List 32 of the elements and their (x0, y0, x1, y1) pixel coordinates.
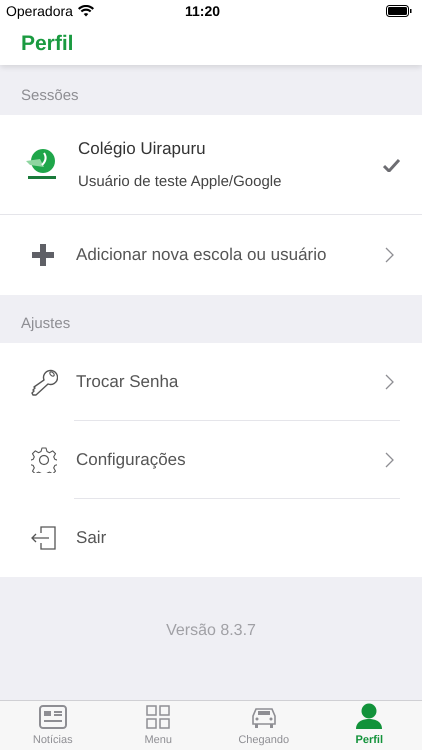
tab-item[interactable]: Perfil (316, 701, 422, 750)
version-label: Versão 8.3.7 (166, 621, 256, 641)
add-school-row[interactable]: Adicionar nova escola ou usuário (0, 215, 422, 295)
session-row[interactable]: Colégio Uirapuru Usuário de teste Apple/Google (0, 115, 422, 215)
tab-label: Perfil (355, 732, 383, 748)
newspaper-icon (38, 704, 67, 728)
exit-icon (31, 526, 57, 550)
settings-label: Trocar Senha (76, 371, 180, 394)
section-header: Ajustes (21, 314, 70, 334)
key-icon (30, 368, 58, 396)
settings-row[interactable]: Sair (0, 499, 422, 577)
settings-label: Sair (76, 527, 108, 550)
wifi-icon (78, 5, 94, 17)
carrier-label: Operadora (6, 2, 73, 21)
user-name: Usuário de teste Apple/Google (78, 172, 282, 192)
tab-label: Menu (144, 732, 172, 748)
add-school-label: Adicionar nova escola ou usuário (76, 244, 328, 266)
tab-label: Chegando (238, 732, 290, 748)
clock-time: 11:20 (185, 2, 220, 20)
tab-label: Notícias (32, 732, 73, 748)
chevron-icon (385, 247, 394, 263)
plus-icon (32, 244, 54, 266)
settings-row[interactable]: Configurações (0, 421, 422, 499)
settings-label: Configurações (76, 449, 187, 472)
person-icon (355, 702, 384, 728)
battery-icon (386, 5, 412, 17)
section-header: Sessões (21, 86, 79, 106)
grid-icon (146, 704, 170, 728)
gear-icon (31, 447, 57, 473)
school-name: Colégio Uirapuru (78, 138, 207, 160)
page-title: Perfil (21, 30, 74, 57)
settings-row[interactable]: Trocar Senha (0, 343, 422, 421)
